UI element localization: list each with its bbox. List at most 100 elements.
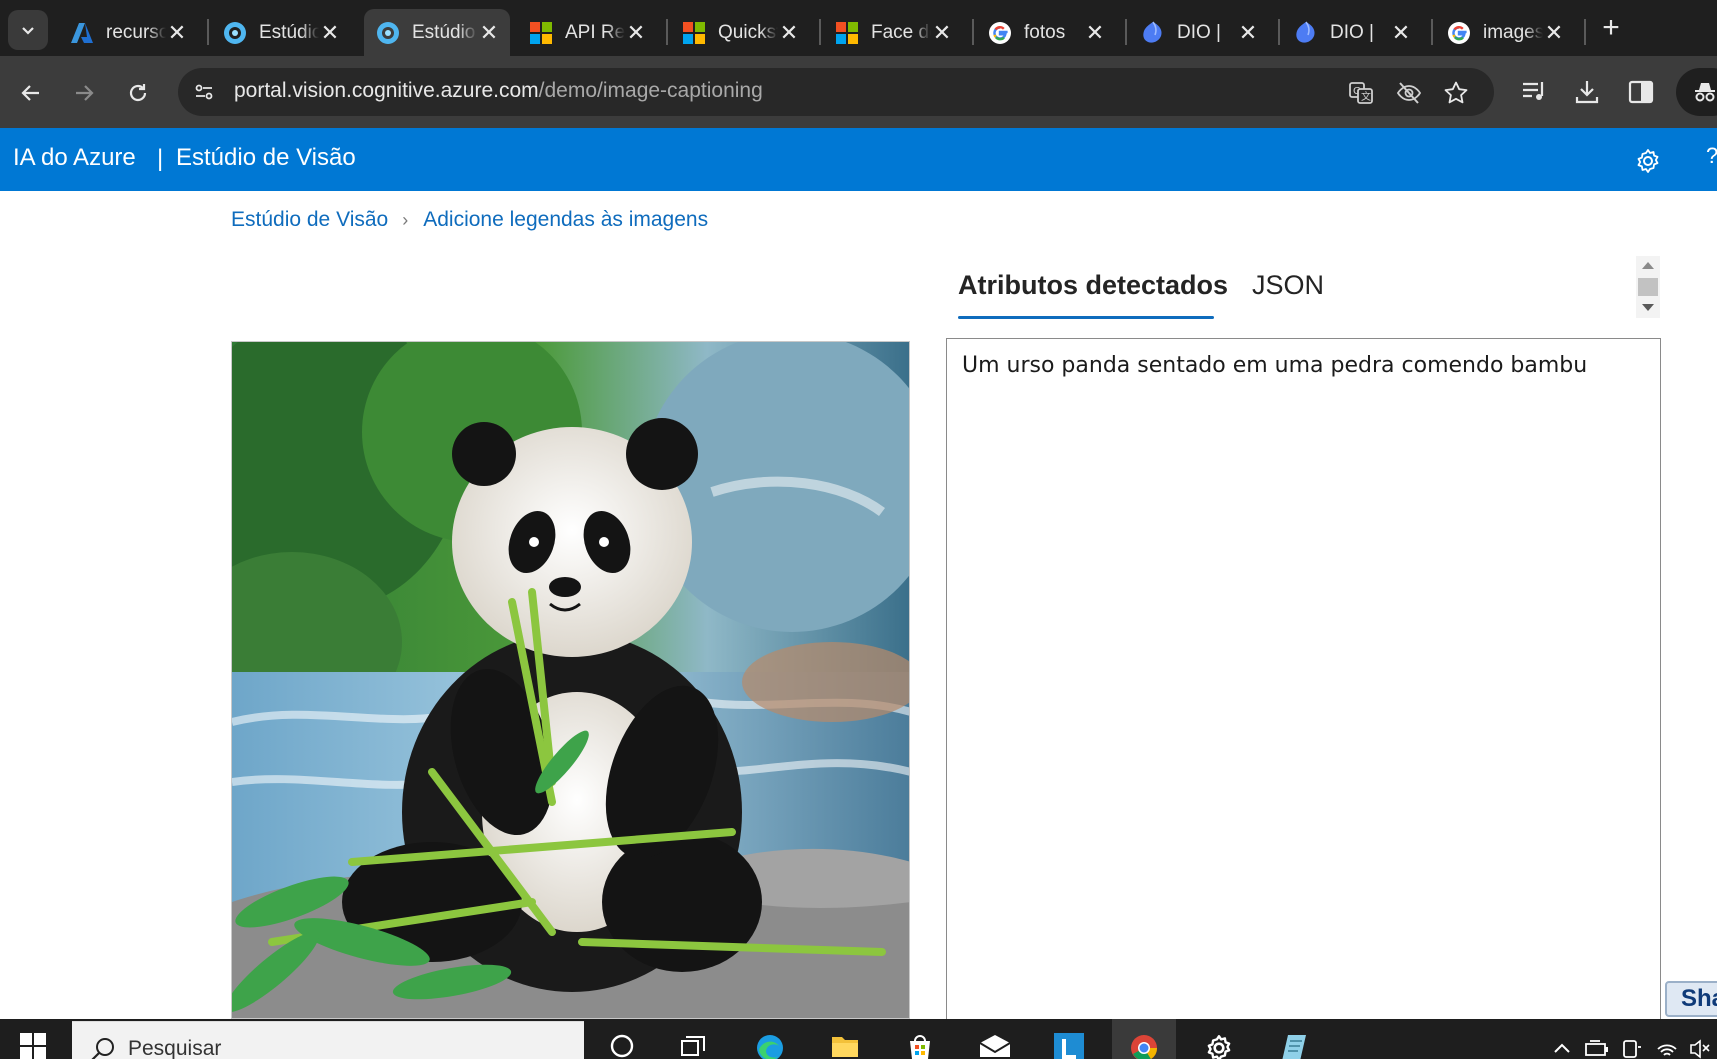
device-icon[interactable] [1621,1037,1643,1059]
dio-logo-icon [1141,21,1165,45]
header-separator: | [157,145,164,172]
media-queue-icon[interactable] [1520,78,1548,106]
close-tab-icon[interactable]: ✕ [778,21,800,44]
search-icon [91,1038,114,1059]
uploaded-panda-image [231,341,910,1019]
tab-divider [1278,19,1280,45]
url-host: portal.vision.cognitive.azure.com [234,79,539,102]
help-icon[interactable]: ? [1706,143,1717,169]
close-tab-icon[interactable]: ✕ [1237,21,1259,44]
close-tab-icon[interactable]: ✕ [1084,21,1106,44]
side-panel-icon[interactable] [1627,78,1655,106]
browser-tab-8[interactable]: DIO | ✕ [1129,9,1269,56]
chevron-down-icon [22,27,34,35]
tab-title: Quickstart [718,21,778,43]
windows-start-icon[interactable] [18,1031,48,1059]
edge-icon[interactable] [738,1019,802,1059]
notepad-icon[interactable] [1262,1019,1326,1059]
profile-button[interactable] [1676,68,1717,116]
browser-tab-10[interactable]: images ✕ [1435,9,1575,56]
tab-title: fotos [1024,21,1066,43]
battery-icon[interactable] [1584,1037,1610,1059]
file-explorer-icon[interactable] [813,1019,877,1059]
share-button[interactable]: Share [1665,981,1717,1017]
tab-title: images [1483,21,1543,43]
close-tab-icon[interactable]: ✕ [1543,21,1565,44]
close-tab-icon[interactable]: ✕ [166,21,188,44]
browser-tab-3-active[interactable]: Estúdio de Visão ✕ [364,9,510,56]
tab-title: recursos [106,21,166,43]
browser-toolbar: portal.vision.cognitive.azure.com/demo/i… [0,56,1717,128]
download-icon[interactable] [1573,78,1601,106]
tab-title: DIO | [1177,21,1221,43]
gear-icon[interactable] [1634,147,1662,175]
azure-logo-icon [70,21,94,45]
close-tab-icon[interactable]: ✕ [319,21,341,44]
url-text[interactable]: portal.vision.cognitive.azure.com/demo/i… [234,79,763,103]
chevron-up-icon[interactable] [1551,1037,1573,1059]
tabs-scrollbar[interactable] [1636,256,1660,318]
browser-tab-1[interactable]: recursos ✕ [58,9,198,56]
breadcrumb-root-link[interactable]: Estúdio de Visão [231,208,388,232]
browser-tab-4[interactable]: API Reference ✕ [517,9,657,56]
volume-muted-icon[interactable] [1688,1037,1712,1059]
arrow-right-icon [76,85,94,101]
translate-icon[interactable]: G文 [1348,80,1374,106]
tab-search-button[interactable] [8,10,48,50]
settings-icon[interactable] [1187,1019,1251,1059]
tab-json[interactable]: JSON [1252,270,1324,301]
app-l-icon[interactable] [1037,1019,1101,1059]
browser-tab-strip: recursos ✕ Estúdio de Visão ✕ Estúdio de… [0,0,1717,56]
tab-title: Estúdio de Visão [412,21,478,43]
microsoft-logo-icon [835,21,859,45]
url-path: /demo/image-captioning [538,79,763,102]
browser-tab-9[interactable]: DIO | ✕ [1282,9,1422,56]
tab-divider [207,19,209,45]
close-tab-icon[interactable]: ✕ [931,21,953,44]
address-bar[interactable]: portal.vision.cognitive.azure.com/demo/i… [178,68,1494,116]
caption-result-box: Um urso panda sentado em uma pedra comen… [946,338,1661,1028]
reload-button[interactable] [121,76,155,110]
breadcrumb: Estúdio de Visão › Adicione legendas às … [231,208,708,232]
task-view-icon[interactable] [662,1019,726,1059]
tab-title: Face detection [871,21,931,43]
mail-icon[interactable] [963,1019,1027,1059]
bookmark-star-icon[interactable] [1443,80,1469,106]
forward-button[interactable] [67,76,101,110]
taskbar-search[interactable]: Pesquisar [72,1021,584,1059]
scroll-thumb[interactable] [1638,278,1658,296]
close-tab-icon[interactable]: ✕ [478,21,500,44]
tab-divider [1431,19,1433,45]
vision-studio-title-link[interactable]: Estúdio de Visão [176,144,356,172]
eye-slash-icon[interactable] [1396,80,1422,106]
dio-logo-icon [1294,21,1318,45]
reload-icon [129,84,147,102]
browser-tab-7[interactable]: fotos ✕ [976,9,1116,56]
scroll-up-icon[interactable] [1642,262,1654,269]
close-tab-icon[interactable]: ✕ [1390,21,1412,44]
scroll-down-icon[interactable] [1642,304,1654,311]
new-tab-button[interactable]: + [1596,13,1626,44]
browser-tab-5[interactable]: Quickstart ✕ [670,9,810,56]
browser-tab-6[interactable]: Face detection ✕ [823,9,963,56]
google-logo-icon [1447,21,1471,45]
store-icon[interactable] [888,1019,952,1059]
browser-tab-2[interactable]: Estúdio de Visão ✕ [211,9,351,56]
cortana-icon[interactable] [590,1019,654,1059]
selected-tab-indicator [958,316,1214,319]
wifi-icon[interactable] [1655,1037,1679,1059]
chevron-right-icon: › [402,209,409,230]
site-settings-icon[interactable] [192,80,216,104]
tab-divider [819,19,821,45]
svg-text:文: 文 [1361,90,1371,103]
azure-ai-brand-link[interactable]: IA do Azure [13,144,136,172]
tab-title: Estúdio de Visão [259,21,319,43]
azure-header: IA do Azure | Estúdio de Visão ? [0,128,1717,191]
close-tab-icon[interactable]: ✕ [625,21,647,44]
tab-detected-attributes[interactable]: Atributos detectados [958,270,1228,301]
breadcrumb-current-link[interactable]: Adicione legendas às imagens [423,208,708,232]
back-button[interactable] [14,76,48,110]
tab-divider [972,19,974,45]
chrome-icon[interactable] [1112,1019,1176,1059]
vision-studio-icon [376,21,400,45]
